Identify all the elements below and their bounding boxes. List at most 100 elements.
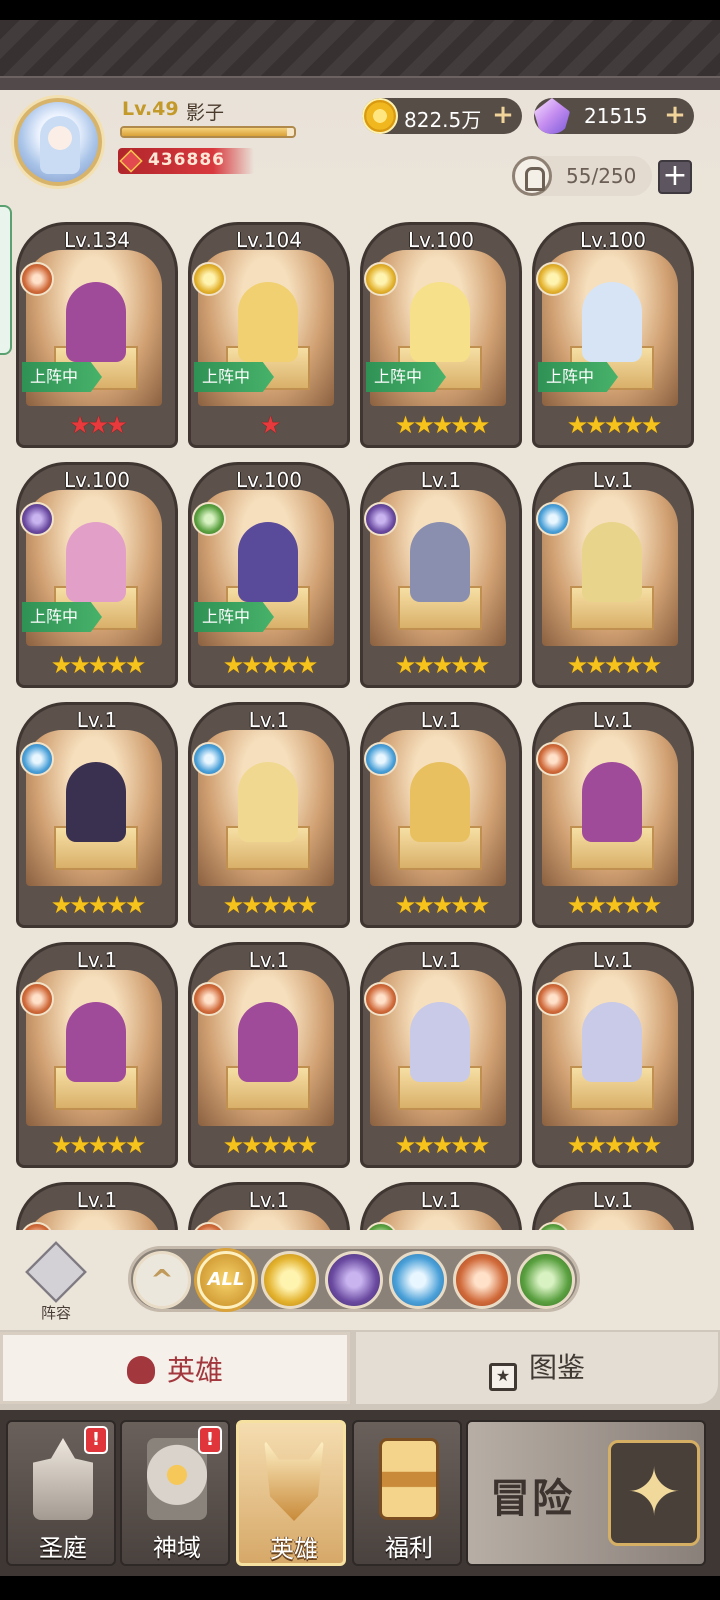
- hero-card[interactable]: Lv.1 ★★★★★: [360, 942, 522, 1168]
- hero-card[interactable]: Lv.100 上阵中 ★★★★★: [360, 222, 522, 448]
- hero-card[interactable]: Lv.100 上阵中 ★★★★★: [532, 222, 694, 448]
- hero-sprite: [66, 1002, 126, 1082]
- filter-dark-icon[interactable]: [325, 1251, 383, 1309]
- hero-card[interactable]: Lv.100 上阵中 ★★★★★: [16, 462, 178, 688]
- hero-level: Lv.1: [592, 1188, 634, 1212]
- hero-level: Lv.100: [408, 228, 474, 252]
- hero-sprite: [238, 1002, 298, 1082]
- collapse-filter-button[interactable]: ^: [133, 1251, 191, 1309]
- hero-level: Lv.1: [248, 1188, 290, 1212]
- gold-currency: 822.5万 +: [362, 98, 522, 134]
- hero-level: Lv.1: [76, 708, 118, 732]
- hero-capacity: 55/250: [512, 156, 652, 196]
- filter-nature-icon[interactable]: [517, 1251, 575, 1309]
- filter-all-button[interactable]: ALL: [197, 1251, 255, 1309]
- hero-sprite: [582, 282, 642, 362]
- nav-divine-label: 神域: [153, 1534, 201, 1562]
- hero-helmet-icon: [126, 1356, 155, 1384]
- expand-capacity-button[interactable]: +: [658, 160, 692, 194]
- deployed-tag: 上阵中: [194, 602, 274, 632]
- star-rating: ★★★★★: [394, 891, 491, 919]
- star-rating: ★★★★★: [50, 891, 147, 919]
- faction-holy-icon: [536, 262, 570, 296]
- hero-card[interactable]: Lv.1 ★★★★★: [360, 702, 522, 928]
- tab-heroes[interactable]: 英雄: [0, 1332, 350, 1404]
- hero-sprite: [582, 522, 642, 602]
- filter-bar: 阵容 ^ ALL: [0, 1230, 720, 1330]
- hero-level: Lv.134: [64, 228, 130, 252]
- hero-card[interactable]: Lv.104 上阵中 ★: [188, 222, 350, 448]
- player-avatar[interactable]: [14, 98, 102, 186]
- diamond-amount: 21515: [584, 104, 648, 128]
- nav-divine[interactable]: ! 神域: [120, 1420, 230, 1566]
- player-name: 影子: [186, 102, 225, 124]
- star-rating: ★★★★★: [394, 651, 491, 679]
- hero-sprite: [238, 762, 298, 842]
- faction-light-icon: [192, 742, 226, 776]
- adventure-label: 冒险: [490, 1476, 574, 1522]
- player-level: Lv.49: [122, 98, 179, 120]
- hero-card[interactable]: Lv.100 上阵中 ★★★★★: [188, 462, 350, 688]
- xp-progress-bar: [120, 126, 296, 138]
- hero-card[interactable]: Lv.1 ★★★★★: [16, 702, 178, 928]
- lineup-button[interactable]: 阵容: [20, 1241, 92, 1322]
- hero-card[interactable]: Lv.1 ★★★★★: [188, 942, 350, 1168]
- hero-level: Lv.1: [420, 1188, 462, 1212]
- add-diamond-button[interactable]: +: [662, 102, 688, 129]
- hero-level: Lv.1: [420, 708, 462, 732]
- hero-card[interactable]: Lv.1 ★★★★★: [532, 942, 694, 1168]
- faction-light-icon: [536, 502, 570, 536]
- hero-tabs: 英雄 ★ 图鉴: [0, 1330, 720, 1410]
- hero-level: Lv.1: [248, 948, 290, 972]
- hero-card[interactable]: Lv.1 ★★★★★: [360, 462, 522, 688]
- alert-badge: !: [198, 1426, 222, 1454]
- deployed-tag: 上阵中: [22, 362, 102, 392]
- faction-beast-icon: [364, 982, 398, 1016]
- tab-codex[interactable]: ★ 图鉴: [356, 1332, 718, 1404]
- filter-light-icon[interactable]: [389, 1251, 447, 1309]
- lineup-label: 阵容: [40, 1304, 71, 1322]
- tab-codex-label: 图鉴: [528, 1351, 585, 1384]
- gold-coin-icon: [362, 98, 398, 134]
- deployed-tag: 上阵中: [538, 362, 618, 392]
- hero-card[interactable]: Lv.1 ★★★★★: [532, 702, 694, 928]
- combat-power: 436886: [118, 148, 254, 174]
- hero-card[interactable]: Lv.1 ★★★★★: [532, 462, 694, 688]
- filter-holy-icon[interactable]: [261, 1251, 319, 1309]
- nav-sanctum[interactable]: ! 圣庭: [6, 1420, 116, 1566]
- star-rating: ★★★★★: [394, 1131, 491, 1159]
- combat-power-value: 436886: [148, 150, 225, 170]
- hero-roster-screen: Lv.49 影子 436886 822.5万 + 21515 + 55/250 …: [0, 0, 720, 1600]
- diamond-currency: 21515 +: [534, 98, 694, 134]
- faction-nature-icon: [192, 502, 226, 536]
- star-rating: ★: [259, 411, 282, 439]
- hero-level: Lv.1: [248, 708, 290, 732]
- add-gold-button[interactable]: +: [490, 102, 516, 129]
- star-rating: ★★★: [69, 411, 128, 439]
- star-rating: ★★★★★: [50, 651, 147, 679]
- star-rating: ★★★★★: [50, 1131, 147, 1159]
- hero-level: Lv.100: [236, 468, 302, 492]
- faction-holy-icon: [364, 262, 398, 296]
- hero-grid: Lv.134 上阵中 ★★★ Lv.104 上阵中 ★ Lv.100 上阵中 ★★★★★ Lv.1…: [0, 210, 720, 1255]
- nav-heroes[interactable]: 英雄: [236, 1420, 346, 1566]
- bottom-navigation: ! 圣庭 ! 神域 英雄 福利 冒险: [0, 1410, 720, 1576]
- nav-welfare[interactable]: 福利: [352, 1420, 462, 1566]
- hero-level: Lv.1: [592, 948, 634, 972]
- hero-sprite: [410, 282, 470, 362]
- faction-light-icon: [20, 742, 54, 776]
- nav-sanctum-label: 圣庭: [39, 1534, 87, 1562]
- star-rating: ★★★★★: [394, 411, 491, 439]
- faction-beast-icon: [192, 982, 226, 1016]
- star-rating: ★★★★★: [222, 651, 319, 679]
- hero-capacity-value: 55/250: [566, 164, 637, 188]
- hero-sprite: [238, 282, 298, 362]
- hero-card[interactable]: Lv.1 ★★★★★: [16, 942, 178, 1168]
- filter-beast-icon[interactable]: [453, 1251, 511, 1309]
- hero-card[interactable]: Lv.1 ★★★★★: [188, 702, 350, 928]
- hero-card[interactable]: Lv.134 上阵中 ★★★: [16, 222, 178, 448]
- gold-amount: 822.5万: [404, 108, 482, 132]
- adventure-button[interactable]: 冒险: [466, 1420, 706, 1566]
- hero-level: Lv.1: [76, 948, 118, 972]
- hero-sprite: [66, 282, 126, 362]
